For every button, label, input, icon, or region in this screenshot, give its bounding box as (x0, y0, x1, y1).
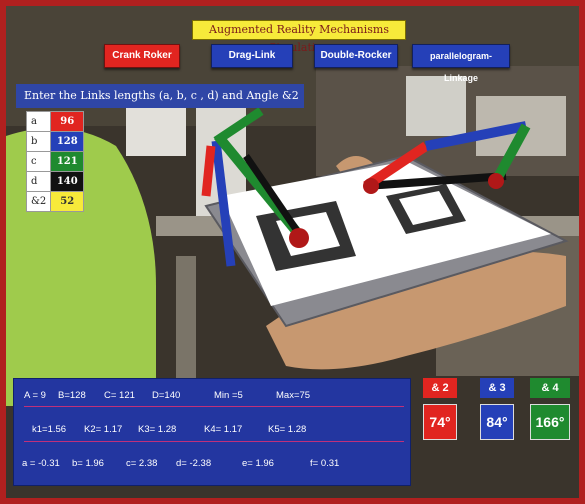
link-a-input[interactable]: 96 (50, 111, 85, 132)
angle-value: 84° (480, 404, 514, 440)
result-value: B=128 (58, 390, 86, 401)
result-value: c= 2.38 (126, 458, 158, 469)
angle-label: & 4 (530, 378, 570, 398)
parallelogram-linkage-button[interactable]: parallelogram-Linkage (412, 44, 510, 83)
result-value: a = -0.31 (22, 458, 60, 469)
result-value: d= -2.38 (176, 458, 212, 469)
divider (24, 406, 404, 407)
link-d-input[interactable]: 140 (50, 171, 85, 192)
result-value: K5= 1.28 (268, 424, 307, 435)
link-label: &2 (25, 191, 52, 212)
angle4-output: & 4 166° (530, 378, 570, 440)
result-value: k1=1.56 (32, 424, 67, 435)
result-value: f= 0.31 (310, 458, 340, 469)
result-value: Min =5 (214, 390, 243, 401)
result-value: e= 1.96 (242, 458, 274, 469)
angle-value: 166° (530, 404, 570, 440)
link-row-b: b 128 (25, 131, 85, 152)
angle3-output: & 3 84° (480, 378, 514, 440)
angle2-input[interactable]: 52 (50, 191, 85, 212)
angle-value: 74° (423, 404, 457, 440)
link-label: b (25, 131, 52, 152)
link-row-c: c 121 (25, 151, 85, 172)
link-row-angle2: &2 52 (25, 191, 85, 212)
results-panel: A = 9 B=128 C= 121 D=140 Min =5 Max=75 k… (13, 378, 411, 486)
result-value: D=140 (152, 390, 181, 401)
link-b-input[interactable]: 128 (50, 131, 85, 152)
result-value: A = 9 (24, 390, 46, 401)
double-rocker-button[interactable]: Double-Rocker (314, 44, 398, 68)
link-row-d: d 140 (25, 171, 85, 192)
links-prompt: Enter the Links lengths (a, b, c , d) an… (16, 84, 304, 108)
app-title: Augmented Reality Mechanisms Simulation (192, 20, 406, 54)
angle-label: & 3 (480, 378, 514, 398)
angle2-output: & 2 74° (423, 378, 457, 440)
result-value: K2= 1.17 (84, 424, 123, 435)
result-value: b= 1.96 (72, 458, 104, 469)
link-c-input[interactable]: 121 (50, 151, 85, 172)
result-value: K3= 1.28 (138, 424, 177, 435)
result-value: C= 121 (104, 390, 135, 401)
divider (24, 441, 404, 442)
result-value: Max=75 (276, 390, 311, 401)
result-value: K4= 1.17 (204, 424, 243, 435)
link-label: d (25, 171, 52, 192)
links-input-table: a 96 b 128 c 121 d 140 &2 52 (25, 111, 85, 212)
crank-roker-button[interactable]: Crank Roker (104, 44, 180, 68)
link-label: c (25, 151, 52, 172)
angle-label: & 2 (423, 378, 457, 398)
link-label: a (25, 111, 52, 132)
drag-link-button[interactable]: Drag-Link (211, 44, 293, 68)
link-row-a: a 96 (25, 111, 85, 132)
